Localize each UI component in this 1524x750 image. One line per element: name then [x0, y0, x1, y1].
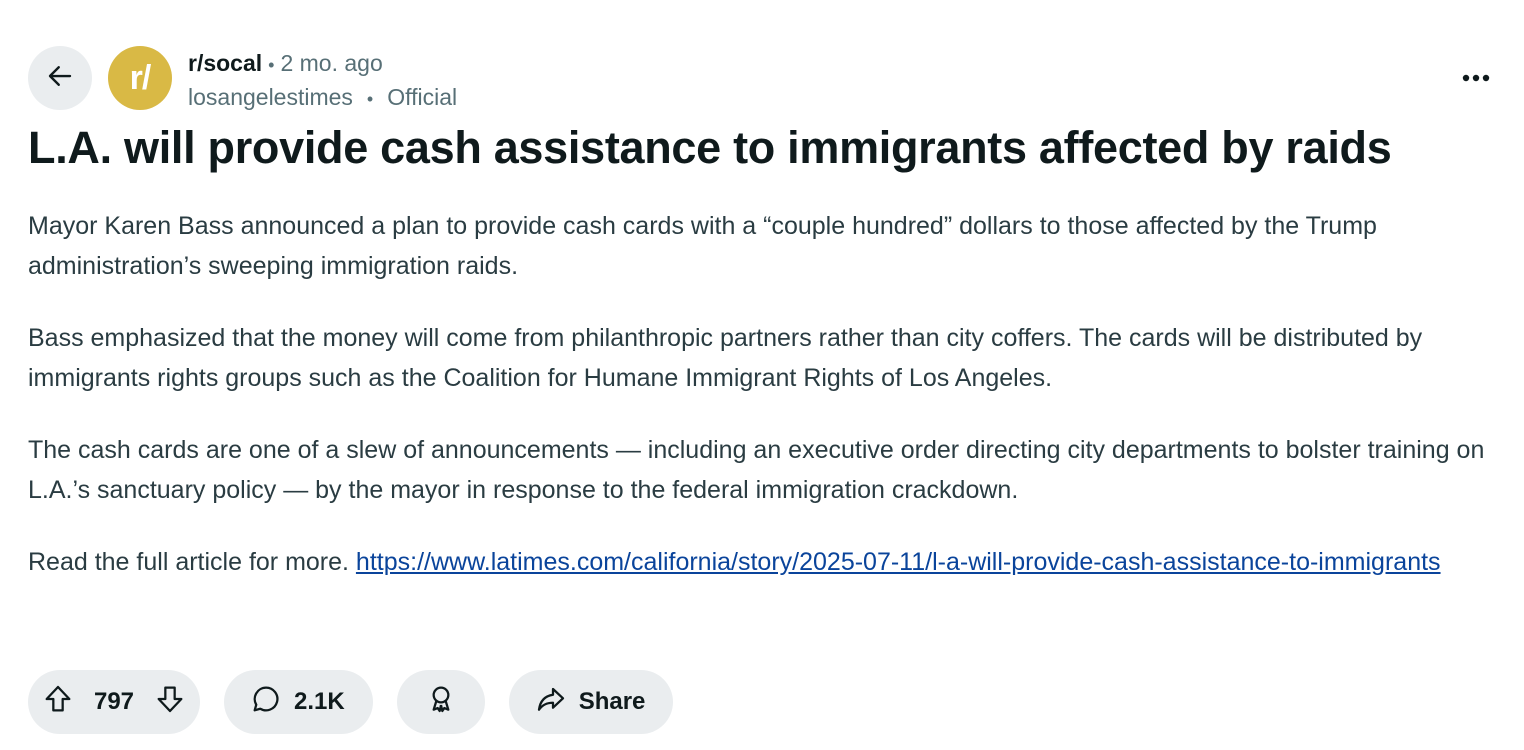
post-time: 2 mo. ago: [280, 50, 383, 76]
article-link[interactable]: https://www.latimes.com/california/story…: [356, 548, 1441, 576]
body-paragraph: Mayor Karen Bass announced a plan to pro…: [28, 212, 1377, 280]
action-bar: 797 2.1K Share: [28, 670, 674, 734]
vote-count: 797: [93, 688, 135, 715]
share-button[interactable]: Share: [508, 670, 674, 734]
author-name[interactable]: losangelestimes: [188, 84, 353, 110]
vote-control: 797: [28, 670, 200, 734]
more-options-icon: [1462, 69, 1490, 87]
author-flair: Official: [387, 84, 458, 110]
read-more-text: Read the full article for more.: [28, 548, 356, 576]
post-header: r/ r/socal • 2 mo. ago losangelestimes • Off…: [28, 44, 1496, 114]
body-paragraph: The cash cards are one of a slew of anno…: [28, 436, 1485, 504]
award-button[interactable]: [396, 670, 485, 734]
share-label: Share: [578, 688, 646, 715]
share-icon: [535, 683, 567, 722]
downvote-button[interactable]: [154, 683, 186, 722]
comments-button[interactable]: 2.1K: [224, 670, 373, 734]
subreddit-name[interactable]: r/socal: [188, 50, 262, 76]
back-button[interactable]: [28, 46, 92, 110]
back-arrow-icon: [45, 61, 75, 96]
more-options-button[interactable]: [1456, 58, 1496, 98]
award-icon: [425, 683, 457, 722]
upvote-icon: [42, 683, 74, 722]
read-more-paragraph: Read the full article for more. https://…: [28, 542, 1498, 582]
downvote-icon: [154, 683, 186, 722]
comment-count: 2.1K: [294, 688, 345, 715]
post-title: L.A. will provide cash assistance to imm…: [28, 122, 1392, 173]
meta-separator: •: [268, 55, 275, 75]
post-body: Mayor Karen Bass announced a plan to pro…: [28, 206, 1498, 614]
post-meta: r/socal • 2 mo. ago losangelestimes • Offici…: [188, 48, 457, 114]
body-paragraph: Bass emphasized that the money will come…: [28, 324, 1423, 392]
comment-icon: [250, 683, 282, 722]
upvote-button[interactable]: [42, 683, 74, 722]
subreddit-avatar[interactable]: r/: [108, 46, 172, 110]
meta-separator: •: [366, 89, 374, 109]
